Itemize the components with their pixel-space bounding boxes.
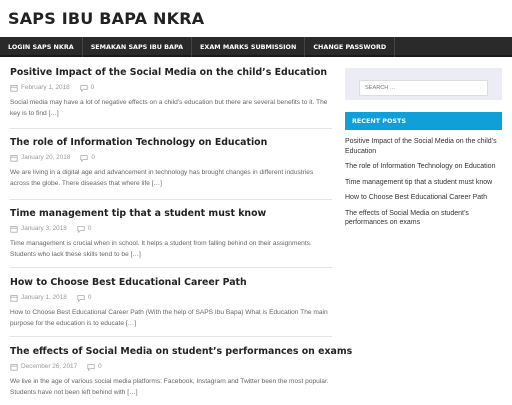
comment-count[interactable]: 0 (91, 83, 95, 93)
post-meta: January 20, 2018 0 (10, 153, 332, 163)
nav-item-change-password[interactable]: CHANGE PASSWORD (305, 37, 396, 57)
post-item: How to Choose Best Educational Career Pa… (10, 268, 332, 337)
calendar-icon (10, 364, 18, 371)
post-excerpt: Time management is crucial when in schoo… (10, 240, 312, 258)
comment-count[interactable]: 0 (98, 362, 102, 372)
recent-posts-list: Positive Impact of the Social Media on t… (345, 134, 502, 231)
calendar-icon (10, 85, 18, 92)
post-meta: January 3, 2018 0 (10, 224, 332, 234)
recent-post-link[interactable]: Time management tip that a student must … (345, 175, 502, 191)
recent-post-link[interactable]: Positive Impact of the Social Media on t… (345, 134, 502, 159)
search-widget (345, 68, 502, 100)
post-title[interactable]: Positive Impact of the Social Media on t… (10, 66, 332, 80)
post-date: January 1, 2018 (21, 294, 67, 301)
comment-icon[interactable] (80, 84, 88, 92)
sidebar: RECENT POSTS Positive Impact of the Soci… (345, 68, 502, 231)
post-item: Time management tip that a student must … (10, 200, 332, 268)
post-excerpt: How to Choose Best Educational Career Pa… (10, 309, 328, 327)
search-input[interactable] (359, 80, 488, 96)
comment-count[interactable]: 0 (88, 224, 92, 234)
post-title[interactable]: The effects of Social Media on student’s… (10, 345, 352, 359)
post-list: Positive Impact of the Social Media on t… (10, 66, 352, 397)
recent-posts-title: RECENT POSTS (345, 112, 502, 130)
calendar-icon (10, 295, 18, 302)
main-nav: LOGIN SAPS NKRA SEMAKAN SAPS IBU BAPA EX… (0, 37, 512, 57)
post-excerpt: Social media may have a lot of negative … (10, 99, 328, 117)
post-title[interactable]: The role of Information Technology on Ed… (10, 136, 332, 150)
post-date: January 3, 2018 (21, 225, 67, 232)
post-item: Positive Impact of the Social Media on t… (10, 66, 332, 129)
nav-item-exam-marks-submission[interactable]: EXAM MARKS SUBMISSION (192, 37, 306, 57)
site-title[interactable]: SAPS IBU BAPA NKRA (8, 6, 204, 32)
comment-icon[interactable] (80, 154, 88, 162)
post-item: The role of Information Technology on Ed… (10, 129, 332, 200)
post-date: February 1, 2018 (21, 84, 70, 91)
comment-count[interactable]: 0 (91, 153, 95, 163)
recent-post-link[interactable]: The effects of Social Media on student’s… (345, 206, 502, 231)
nav-item-semakan-saps-ibu-bapa[interactable]: SEMAKAN SAPS IBU BAPA (83, 37, 193, 57)
recent-post-link[interactable]: How to Choose Best Educational Career Pa… (345, 190, 502, 206)
post-excerpt: We live in the age of various social med… (10, 378, 329, 396)
comment-count[interactable]: 0 (88, 293, 92, 303)
post-title[interactable]: Time management tip that a student must … (10, 207, 332, 221)
post-meta: February 1, 2018 0 (10, 83, 332, 93)
post-title[interactable]: How to Choose Best Educational Career Pa… (10, 276, 332, 290)
comment-icon[interactable] (77, 225, 85, 233)
post-meta: January 1, 2018 0 (10, 293, 332, 303)
calendar-icon (10, 155, 18, 162)
post-date: January 20, 2018 (21, 154, 71, 161)
post-date: December 26, 2017 (21, 363, 78, 370)
calendar-icon (10, 226, 18, 233)
nav-item-login-saps-nkra[interactable]: LOGIN SAPS NKRA (0, 37, 83, 57)
comment-icon[interactable] (77, 294, 85, 302)
post-item: The effects of Social Media on student’s… (10, 337, 352, 397)
recent-post-link[interactable]: The role of Information Technology on Ed… (345, 159, 502, 175)
post-meta: December 26, 2017 0 (10, 362, 332, 372)
comment-icon[interactable] (87, 363, 95, 371)
post-excerpt: We are living in a digital age and advan… (10, 169, 314, 187)
